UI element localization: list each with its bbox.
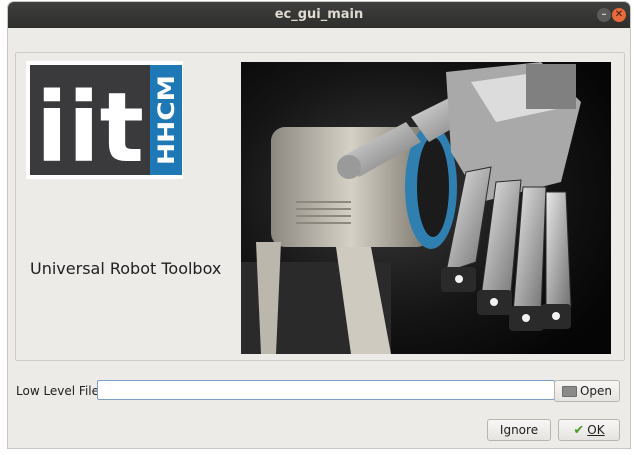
- close-button[interactable]: ✕: [612, 8, 626, 22]
- ok-button-label: OK: [587, 423, 605, 437]
- app-subtitle: Universal Robot Toolbox: [30, 259, 222, 278]
- checkmark-icon: ✔: [573, 422, 585, 438]
- low-level-file-input[interactable]: [97, 380, 555, 400]
- robot-hand-photo: [241, 62, 611, 354]
- ignore-button-label: Ignore: [499, 423, 539, 437]
- open-button-label: Open: [579, 384, 613, 398]
- main-window: ec_gui_main – ✕ iit HHCM Universal Robot…: [8, 2, 630, 448]
- logo-text-main: iit: [36, 72, 144, 179]
- open-button[interactable]: Open: [554, 380, 620, 402]
- title-bar[interactable]: ec_gui_main – ✕: [8, 2, 630, 28]
- window-title: ec_gui_main: [274, 7, 364, 22]
- ok-button[interactable]: ✔ OK: [558, 419, 620, 441]
- folder-icon: [561, 385, 577, 397]
- iit-hhcm-logo: iit HHCM: [26, 61, 183, 179]
- ignore-button[interactable]: Ignore: [487, 419, 551, 441]
- low-level-file-label: Low Level File: [16, 384, 100, 398]
- minimize-button[interactable]: –: [597, 8, 611, 22]
- logo-text-side: HHCM: [155, 75, 180, 165]
- header-group: iit HHCM Universal Robot Toolbox: [15, 52, 625, 361]
